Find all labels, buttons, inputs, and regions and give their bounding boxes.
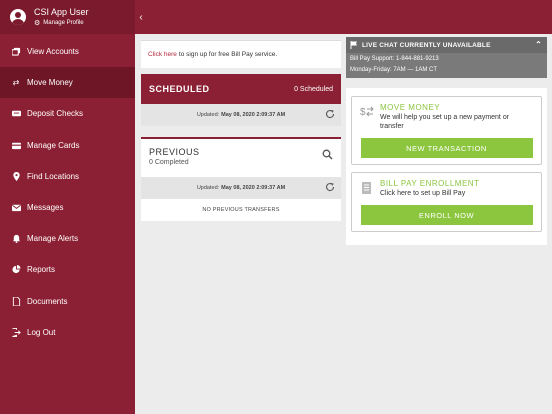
location-pin-icon	[11, 171, 21, 181]
actions-panel: $ MOVE MONEY We will help you set up a n…	[346, 88, 547, 245]
updated-label: Updated:	[196, 112, 220, 118]
manage-profile-label: Manage Profile	[43, 20, 84, 26]
sidebar-item-move-money[interactable]: ⇄ Move Money	[0, 67, 135, 99]
pie-chart-icon	[11, 265, 21, 275]
search-icon[interactable]	[322, 147, 333, 160]
sidebar-item-label: Reports	[27, 265, 56, 275]
sidebar-item-manage-cards[interactable]: Manage Cards	[0, 130, 135, 161]
top-header-bar	[135, 0, 552, 34]
sidebar-item-label: Move Money	[27, 78, 73, 88]
manage-profile-link[interactable]: ⚙ Manage Profile	[34, 19, 89, 27]
sidebar-item-view-accounts[interactable]: View Accounts	[0, 36, 135, 67]
svg-text:$: $	[360, 107, 366, 118]
refresh-icon[interactable]	[325, 182, 335, 192]
refresh-icon[interactable]	[325, 109, 335, 119]
sidebar-item-messages[interactable]: Messages	[0, 192, 135, 223]
sidebar: CSI App User ⚙ Manage Profile View Accou…	[0, 0, 135, 414]
sidebar-item-reports[interactable]: Reports	[0, 254, 135, 285]
live-chat-header[interactable]: LIVE CHAT CURRENTLY UNAVAILABLE ⌃	[346, 37, 547, 53]
sidebar-item-label: Manage Alerts	[27, 234, 79, 244]
scheduled-title: SCHEDULED	[149, 84, 210, 94]
sidebar-item-label: Messages	[27, 203, 64, 213]
gear-icon: ⚙	[34, 20, 41, 27]
chat-flag-icon	[350, 41, 357, 49]
collapse-sidebar-button[interactable]: ‹	[135, 0, 147, 34]
chevron-up-icon[interactable]: ⌃	[535, 40, 542, 49]
live-chat-panel: LIVE CHAT CURRENTLY UNAVAILABLE ⌃ Bill P…	[346, 37, 547, 78]
enroll-now-button[interactable]: ENROLL NOW	[360, 205, 533, 225]
bill-pay-support-phone: Bill Pay Support: 1-844-881-9213	[350, 56, 439, 62]
sidebar-item-documents[interactable]: Documents	[0, 286, 135, 317]
user-name: CSI App User	[34, 7, 89, 17]
accounts-icon	[11, 47, 21, 57]
updated-timestamp: May 08, 2020 2:09:37 AM	[221, 185, 286, 191]
bill-pay-title: BILL PAY ENROLLMENT	[380, 179, 480, 188]
no-previous-transfers: NO PREVIOUS TRANSFERS	[141, 199, 341, 221]
document-icon	[11, 296, 21, 306]
envelope-icon	[11, 203, 21, 213]
bell-icon	[11, 234, 21, 244]
move-money-description: We will help you set up a new payment or…	[380, 114, 510, 130]
sidebar-item-deposit-checks[interactable]: Deposit Checks	[0, 98, 135, 129]
previous-title: PREVIOUS	[149, 147, 200, 157]
sidebar-item-label: Manage Cards	[27, 140, 80, 150]
bill-pay-description[interactable]: Click here to set up Bill Pay	[380, 189, 533, 198]
new-transaction-button[interactable]: NEW TRANSACTION	[360, 138, 533, 158]
check-icon	[11, 109, 21, 119]
user-avatar-icon	[10, 9, 26, 25]
scheduled-count: 0 Scheduled	[294, 85, 333, 93]
bill-pay-signup-banner: Click here to sign up for free Bill Pay …	[141, 40, 341, 68]
sidebar-item-label: Log Out	[27, 327, 56, 337]
updated-label: Updated:	[196, 185, 220, 191]
sidebar-item-label: Find Locations	[27, 171, 80, 181]
scheduled-header[interactable]: SCHEDULED 0 Scheduled	[141, 74, 341, 104]
money-transfer-icon: $	[360, 106, 374, 118]
chevron-left-icon: ‹	[139, 11, 143, 23]
sidebar-item-label: View Accounts	[27, 47, 79, 57]
scheduled-updated-row: Updated: May 08, 2020 2:09:37 AM	[141, 104, 341, 126]
bill-pay-card: BILL PAY ENROLLMENT Click here to set up…	[351, 172, 542, 232]
sidebar-item-manage-alerts[interactable]: Manage Alerts	[0, 223, 135, 254]
sidebar-item-label: Deposit Checks	[27, 109, 84, 119]
sidebar-item-log-out[interactable]: Log Out	[0, 317, 135, 348]
card-icon	[11, 140, 21, 150]
banner-text: to sign up for free Bill Pay service.	[178, 51, 278, 58]
sidebar-item-find-locations[interactable]: Find Locations	[0, 161, 135, 192]
previous-count: 0 Completed	[149, 159, 189, 166]
support-hours: Monday-Friday: 7AM — 1AM CT	[350, 67, 438, 73]
move-money-title: MOVE MONEY	[380, 103, 441, 112]
previous-updated-row: Updated: May 08, 2020 2:09:37 AM	[141, 177, 341, 199]
profile-header[interactable]: CSI App User ⚙ Manage Profile	[0, 0, 135, 34]
sidebar-item-label: Documents	[27, 296, 68, 306]
sidebar-nav: View Accounts ⇄ Move Money Deposit Check…	[0, 36, 135, 348]
logout-icon	[11, 327, 21, 337]
move-money-card: $ MOVE MONEY We will help you set up a n…	[351, 96, 542, 165]
bill-document-icon	[362, 182, 371, 194]
updated-timestamp: May 08, 2020 2:09:37 AM	[221, 112, 286, 118]
click-here-link[interactable]: Click here	[148, 51, 177, 58]
live-chat-title: LIVE CHAT CURRENTLY UNAVAILABLE	[362, 41, 491, 49]
transfer-icon: ⇄	[12, 78, 20, 88]
previous-section: PREVIOUS 0 Completed	[141, 137, 341, 177]
